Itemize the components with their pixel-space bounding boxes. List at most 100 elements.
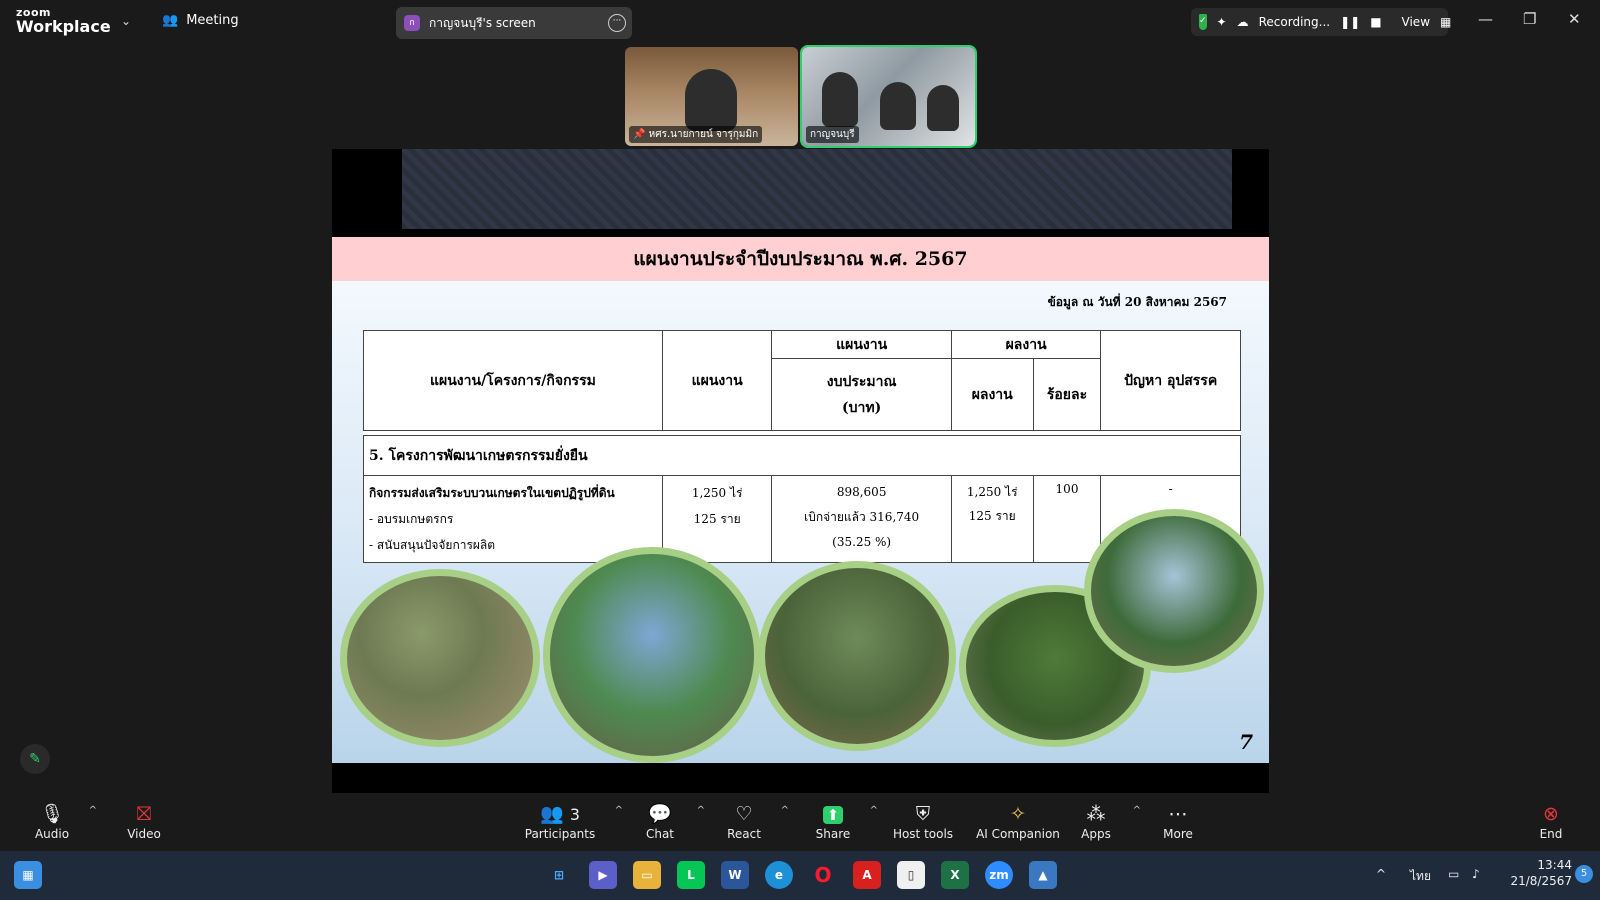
grid-view-icon: ▦ bbox=[1440, 15, 1452, 29]
minimize-icon[interactable]: — bbox=[1478, 10, 1493, 28]
edge-icon[interactable]: e bbox=[765, 861, 793, 889]
share-button[interactable]: ⬆ Share ^ bbox=[788, 801, 878, 841]
end-meeting-button[interactable]: ⊗ End bbox=[1506, 801, 1596, 841]
activity-photo bbox=[758, 561, 956, 751]
more-button[interactable]: ⋯ More bbox=[1133, 801, 1223, 841]
meeting-menu[interactable]: 👥 Meeting bbox=[162, 13, 239, 28]
stop-recording-icon[interactable]: ■ bbox=[1370, 15, 1381, 29]
activity-cell: กิจกรรมส่งเสริมระบบวนเกษตรในเขตปฏิรูปที่… bbox=[363, 475, 663, 563]
windows-taskbar: ▦ ⊞ ▶ ▭ L W e O A ▯ X zm ▲ ^ ไทย ▭ ♪ 13:… bbox=[0, 851, 1600, 900]
recording-label: Recording... bbox=[1258, 15, 1331, 29]
brand-bottom: Workplace bbox=[16, 17, 111, 36]
data-date-note: ข้อมูล ณ วันที่ 20 สิงหาคม 2567 bbox=[1047, 295, 1227, 309]
word-icon[interactable]: W bbox=[721, 861, 749, 889]
meeting-label: Meeting bbox=[186, 13, 239, 28]
zoom-workplace-logo[interactable]: zoom Workplace bbox=[16, 7, 111, 35]
chevron-up-icon[interactable]: ^ bbox=[1376, 867, 1386, 881]
sparkle-icon[interactable]: ✦ bbox=[1217, 15, 1227, 29]
pause-recording-icon[interactable]: ❚❚ bbox=[1340, 15, 1360, 29]
chat-button[interactable]: 💬 Chat ^ bbox=[615, 801, 705, 841]
shared-screen-pill[interactable]: ก กาญจนบุรี's screen ··· bbox=[396, 7, 632, 39]
cloud-recording-icon: ☁ bbox=[1236, 15, 1249, 29]
participant-video bbox=[880, 82, 916, 130]
header-percent: ร้อยละ bbox=[1032, 358, 1102, 431]
zoom-app-icon[interactable]: zm bbox=[985, 861, 1013, 889]
participants-icon: 👥 3 bbox=[540, 803, 580, 825]
photos-icon[interactable]: ▲ bbox=[1029, 861, 1057, 889]
chevron-up-icon[interactable]: ^ bbox=[870, 805, 878, 816]
shared-screen-title: กาญจนบุรี's screen bbox=[429, 15, 536, 30]
presentation-slide: แผนงานประจำปีงบประมาณ พ.ศ. 2567 ข้อมูล ณ… bbox=[332, 237, 1269, 763]
budget-cell: 898,605 เบิกจ่ายแล้ว 316,740 (35.25 %) bbox=[771, 475, 952, 563]
encryption-shield-icon[interactable]: ✓ bbox=[1199, 14, 1207, 30]
close-icon[interactable]: ✕ bbox=[1568, 10, 1581, 28]
volume-icon[interactable]: ♪ bbox=[1472, 867, 1480, 881]
header-result: ผลงาน bbox=[950, 358, 1034, 431]
view-button[interactable]: View bbox=[1402, 15, 1430, 29]
teams-icon[interactable]: ▶ bbox=[589, 861, 617, 889]
sharer-avatar: ก bbox=[404, 15, 420, 31]
acrobat-icon[interactable]: A bbox=[853, 861, 881, 889]
people-icon: 👥 bbox=[162, 13, 179, 28]
participant-video bbox=[927, 85, 959, 131]
chat-icon: 💬 bbox=[648, 803, 672, 825]
pin-icon: 📌 bbox=[633, 129, 646, 140]
react-button[interactable]: ♡ React ^ bbox=[699, 801, 789, 841]
participant-name: 📌 หศร.นายกายน์ จารุกุมมิก bbox=[629, 126, 763, 143]
microphone-icon: 🎙 bbox=[39, 803, 65, 825]
slide-page-number: 7 bbox=[1239, 730, 1253, 754]
network-icon[interactable]: ▭ bbox=[1448, 867, 1459, 881]
share-screen-icon: ⬆ bbox=[788, 801, 878, 827]
video-tile[interactable]: 📌 หศร.นายกายน์ จารุกุมมิก bbox=[625, 47, 798, 146]
notification-badge[interactable]: 5 bbox=[1575, 865, 1593, 883]
header-problem: ปัญหา อุปสรรค bbox=[1100, 330, 1241, 431]
chevron-down-icon[interactable]: ⌄ bbox=[121, 14, 131, 28]
shared-screen: แผนงานประจำปีงบประมาณ พ.ศ. 2567 ข้อมูล ณ… bbox=[332, 149, 1269, 793]
video-tile-active-speaker[interactable]: กาญจนบุรี bbox=[800, 45, 977, 148]
percent-cell: 100 bbox=[1032, 475, 1102, 563]
meeting-toolbar: 🎙 Audio ^ ⛝ Video 👥 3 Participants ^ 💬 C… bbox=[0, 793, 1600, 851]
slide-header-banner bbox=[402, 149, 1232, 229]
participant-video bbox=[685, 69, 737, 131]
video-off-icon: ⛝ bbox=[136, 803, 152, 825]
plan-table: แผนงาน/โครงการ/กิจกรรม แผนงาน แผนงาน ผลง… bbox=[363, 330, 1241, 563]
audio-button[interactable]: 🎙 Audio ^ bbox=[7, 801, 97, 841]
file-explorer-icon[interactable]: ▭ bbox=[633, 861, 661, 889]
opera-icon[interactable]: O bbox=[809, 861, 837, 889]
participants-button[interactable]: 👥 3 Participants ^ bbox=[505, 801, 623, 841]
activity-photo bbox=[340, 569, 540, 747]
video-strip: 📌 หศร.นายกายน์ จารุกุมมิก กาญจนบุรี bbox=[625, 45, 977, 148]
notepad-icon[interactable]: ▯ bbox=[897, 861, 925, 889]
activity-photos bbox=[332, 509, 1269, 763]
shield-icon: ⛨ bbox=[915, 803, 931, 825]
excel-icon[interactable]: X bbox=[941, 861, 969, 889]
annotate-pencil-icon[interactable]: ✎ bbox=[20, 744, 50, 774]
result-cell: 1,250 ไร่ 125 ราย bbox=[950, 475, 1034, 563]
participant-video bbox=[822, 72, 858, 127]
more-icon: ⋯ bbox=[1168, 803, 1188, 825]
header-budget: งบประมาณ (บาท) bbox=[771, 358, 952, 431]
video-button[interactable]: ⛝ Video bbox=[99, 801, 189, 841]
header-result-group: ผลงาน bbox=[950, 330, 1102, 359]
widgets-icon[interactable]: ▦ bbox=[14, 861, 42, 889]
activity-photo bbox=[543, 547, 761, 763]
section-title: 5. โครงการพัฒนาเกษตรกรรมยั่งยืน bbox=[363, 435, 1241, 476]
header-plan-group: แผนงาน bbox=[771, 330, 952, 359]
language-indicator[interactable]: ไทย bbox=[1410, 867, 1431, 886]
clock[interactable]: 13:44 21/8/2567 bbox=[1500, 857, 1572, 889]
apps-button[interactable]: ⁂ Apps ^ bbox=[1051, 801, 1141, 841]
more-options-icon[interactable]: ··· bbox=[608, 14, 626, 32]
header-plan: แผนงาน bbox=[661, 330, 773, 431]
host-tools-button[interactable]: ⛨ Host tools bbox=[878, 801, 968, 841]
chevron-up-icon[interactable]: ^ bbox=[89, 805, 97, 816]
participant-name: กาญจนบุรี bbox=[806, 126, 859, 143]
header-activity: แผนงาน/โครงการ/กิจกรรม bbox=[363, 330, 663, 431]
start-button-icon[interactable]: ⊞ bbox=[545, 861, 573, 889]
line-app-icon[interactable]: L bbox=[677, 861, 705, 889]
heart-icon: ♡ bbox=[735, 803, 753, 825]
meeting-status-bar: ✓ ✦ ☁ Recording... ❚❚ ■ View ▦ bbox=[1191, 8, 1452, 36]
end-icon: ⊗ bbox=[1543, 803, 1559, 825]
activity-photo bbox=[1084, 509, 1264, 673]
restore-icon[interactable]: ❐ bbox=[1523, 10, 1536, 28]
slide-title: แผนงานประจำปีงบประมาณ พ.ศ. 2567 bbox=[332, 237, 1269, 281]
